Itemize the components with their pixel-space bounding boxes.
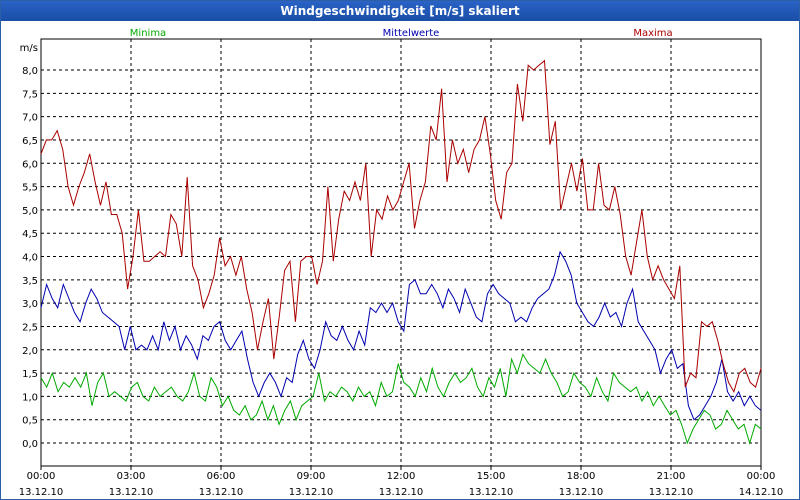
- y-tick-label: 5,0: [22, 206, 38, 217]
- x-tick-time: 06:00: [207, 471, 236, 482]
- x-tick-date: 13.12.10: [469, 487, 514, 498]
- y-tick-label: 1,0: [22, 392, 38, 403]
- x-tick-date: 13.12.10: [379, 487, 424, 498]
- legend-maxima: Maxima: [633, 28, 672, 39]
- y-tick-label: 4,5: [22, 229, 38, 240]
- x-tick-time: 18:00: [567, 471, 596, 482]
- line-chart: 0,0 0,5 1,0 1,5 2,0 2,5 3,0 3,5 4,0 4,5 5,0 5,5 6,0 6…: [19, 28, 784, 498]
- x-tick-time: 00:00: [747, 471, 776, 482]
- y-tick-label: 4,0: [22, 253, 38, 264]
- x-tick-date: 13.12.10: [109, 487, 154, 498]
- y-tick-label: 8,0: [22, 66, 38, 77]
- chart-window: Windgeschwindigkeit [m/s] skaliert 0,0 0,…: [0, 0, 800, 500]
- x-tick-date: 13.12.10: [559, 487, 604, 498]
- y-tick-label: 2,0: [22, 346, 38, 357]
- y-tick-label: 6,5: [22, 136, 38, 147]
- y-tick-label: 6,0: [22, 159, 38, 170]
- x-tick-time: 15:00: [477, 471, 506, 482]
- y-tick-label: 7,5: [22, 89, 38, 100]
- y-tick-label: 0,5: [22, 416, 38, 427]
- y-tick-label: 0,0: [22, 439, 38, 450]
- y-tick-label: 1,5: [22, 369, 38, 380]
- y-tick-label: 3,0: [22, 299, 38, 310]
- y-tick-label: 2,5: [22, 322, 38, 333]
- y-tick-label: 7,0: [22, 113, 38, 124]
- x-tick-date: 14.12.10: [739, 487, 784, 498]
- x-tick-time: 03:00: [117, 471, 146, 482]
- y-axis-unit: m/s: [20, 43, 38, 54]
- x-tick-time: 00:00: [27, 471, 56, 482]
- x-tick-time: 09:00: [297, 471, 326, 482]
- x-tick-date: 13.12.10: [649, 487, 694, 498]
- x-tick-date: 13.12.10: [199, 487, 244, 498]
- window-title: Windgeschwindigkeit [m/s] skaliert: [1, 1, 799, 21]
- x-tick-time: 21:00: [657, 471, 686, 482]
- y-tick-label: 3,5: [22, 276, 38, 287]
- y-tick-label: 5,5: [22, 183, 38, 194]
- x-tick-time: 12:00: [387, 471, 416, 482]
- legend-minima: Minima: [130, 28, 166, 39]
- x-tick-date: 13.12.10: [289, 487, 334, 498]
- legend-mittelwerte: Mittelwerte: [383, 28, 440, 39]
- x-tick-date: 13.12.10: [19, 487, 64, 498]
